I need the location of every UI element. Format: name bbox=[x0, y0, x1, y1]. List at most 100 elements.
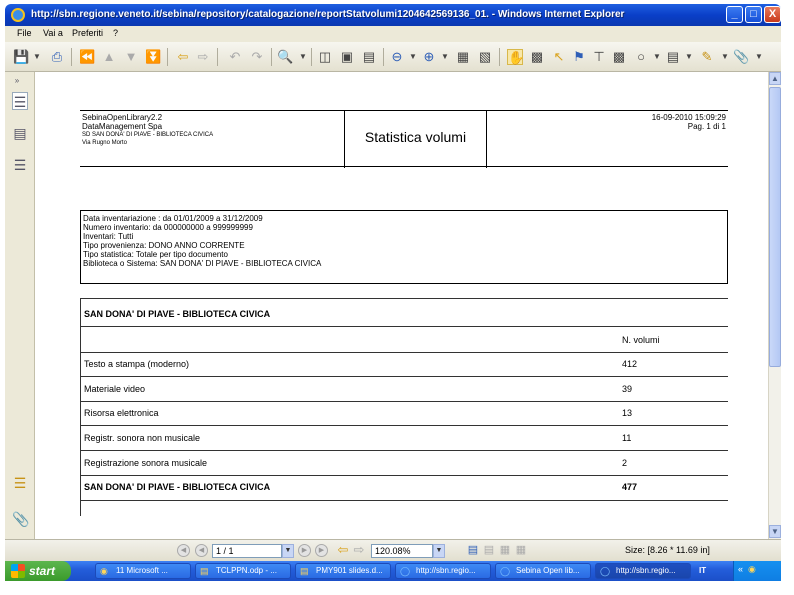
next-page-nav-icon[interactable]: ▶ bbox=[298, 544, 311, 557]
pointer-icon[interactable]: ↖ bbox=[551, 49, 567, 65]
ie-task-icon: ◯ bbox=[400, 566, 411, 576]
rotate-left-icon[interactable]: ↶ bbox=[227, 49, 243, 65]
attach-dropdown-icon[interactable]: ▼ bbox=[751, 49, 767, 65]
nav-forward-icon[interactable]: ⇨ bbox=[351, 542, 367, 558]
close-button[interactable]: X bbox=[764, 6, 781, 23]
task-label: Sebina Open lib... bbox=[516, 566, 580, 575]
circle-dropdown-icon[interactable]: ▼ bbox=[649, 49, 665, 65]
zoom-dropdown-nav-icon[interactable]: ▼ bbox=[433, 544, 445, 558]
first-page-icon[interactable]: ⏪ bbox=[79, 49, 95, 65]
left-side-pane: » ☰ ▤ ☰ ☰ 📎 bbox=[5, 72, 35, 539]
param-inventory-number: Numero inventario: da 000000000 a 999999… bbox=[83, 223, 253, 232]
taskbar-item-outlook[interactable]: ◉ 11 Microsoft ... bbox=[95, 563, 191, 579]
scroll-thumb[interactable] bbox=[769, 87, 781, 367]
comments-icon[interactable]: ☰ bbox=[12, 474, 28, 492]
rotate-right-icon[interactable]: ↷ bbox=[249, 49, 265, 65]
taskbar-item-ie-1[interactable]: ◯ http://sbn.regio... bbox=[395, 563, 491, 579]
page-dropdown-icon[interactable]: ▼ bbox=[282, 544, 294, 558]
layers-icon[interactable]: ☰ bbox=[12, 156, 28, 174]
multipage-icon[interactable]: ▧ bbox=[477, 49, 493, 65]
bookmarks-icon[interactable]: ☰ bbox=[12, 92, 28, 110]
continuous-facing-icon[interactable]: ▦ bbox=[513, 542, 529, 558]
document-view[interactable]: SebinaOpenLibrary2.2 DataManagement Spa … bbox=[36, 72, 768, 539]
zoom-field[interactable]: 120.08% bbox=[371, 544, 433, 558]
note-dropdown-icon[interactable]: ▼ bbox=[681, 49, 697, 65]
forward-icon[interactable]: ⇨ bbox=[195, 49, 211, 65]
circle-icon[interactable]: ○ bbox=[633, 49, 649, 65]
fit-page-icon[interactable]: ▣ bbox=[339, 49, 355, 65]
page-number-field[interactable]: 1 / 1 bbox=[212, 544, 282, 558]
param-provenance: Tipo provenienza: DONO ANNO CORRENTE bbox=[83, 241, 245, 250]
taskbar-item-word[interactable]: ▤ PMY901 slides.d... bbox=[295, 563, 391, 579]
window-title-bar[interactable]: http://sbn.regione.veneto.it/sebina/repo… bbox=[5, 4, 781, 26]
attach-icon[interactable]: 📎 bbox=[733, 49, 749, 65]
attachments-icon[interactable]: 📎 bbox=[12, 510, 29, 528]
fit-width-icon[interactable]: ▤ bbox=[361, 49, 377, 65]
app-icon: ▤ bbox=[200, 566, 209, 576]
thumbnails-icon[interactable]: ▦ bbox=[455, 49, 471, 65]
prev-page-nav-icon[interactable]: ◀ bbox=[195, 544, 208, 557]
scroll-up-icon[interactable]: ▲ bbox=[769, 72, 781, 85]
pencil-dropdown-icon[interactable]: ▼ bbox=[717, 49, 733, 65]
task-label: TCLPPN.odp - ... bbox=[216, 566, 277, 575]
zoom-in-dropdown-icon[interactable]: ▼ bbox=[437, 49, 453, 65]
first-page-nav-icon[interactable]: ◀ bbox=[177, 544, 190, 557]
vertical-scrollbar[interactable]: ▲ ▼ bbox=[768, 72, 781, 539]
scroll-down-icon[interactable]: ▼ bbox=[769, 525, 781, 538]
language-indicator[interactable]: IT bbox=[699, 566, 706, 575]
zoom-icon[interactable]: 🔍 bbox=[277, 49, 293, 65]
app-icon: ◉ bbox=[100, 566, 108, 576]
continuous-page-icon[interactable]: ▤ bbox=[481, 542, 497, 558]
back-icon[interactable]: ⇦ bbox=[175, 49, 191, 65]
page-size-text: Size: [8.26 * 11.69 in] bbox=[625, 545, 710, 555]
minimize-button[interactable]: _ bbox=[726, 6, 743, 23]
nav-back-icon[interactable]: ⇦ bbox=[335, 542, 351, 558]
hand-icon[interactable]: ✋ bbox=[507, 49, 524, 65]
window-title: http://sbn.regione.veneto.it/sebina/repo… bbox=[31, 9, 625, 20]
row-label: Registrazione sonora musicale bbox=[84, 458, 208, 468]
start-label: start bbox=[29, 564, 56, 578]
company-name: DataManagement Spa bbox=[82, 122, 163, 131]
prev-page-icon[interactable]: ▲ bbox=[101, 49, 117, 65]
pencil-icon[interactable]: ✎ bbox=[699, 49, 715, 65]
zoom-out-icon[interactable]: ⊖ bbox=[389, 49, 405, 65]
pages-icon[interactable]: ▤ bbox=[12, 124, 28, 142]
pdf-toolbar: 💾 ▼ ⎙ ⏪ ▲ ▼ ⏬ ⇦ ⇨ ↶ ↷ 🔍 ▼ ◫ ▣ ▤ ⊖ ▼ ⊕ ▼ … bbox=[5, 42, 781, 72]
page-navigation-bar: ◀ ◀ 1 / 1 ▼ ▶ ▶ ⇦ ⇨ 120.08% ▼ ▤ ▤ ▦ ▦ Si… bbox=[5, 539, 781, 561]
save-dropdown-icon[interactable]: ▼ bbox=[29, 49, 45, 65]
tray-app-icon[interactable]: ◉ bbox=[748, 564, 756, 575]
note-icon[interactable]: ▤ bbox=[665, 49, 681, 65]
binoculars-icon[interactable]: ⚑ bbox=[571, 49, 587, 65]
maximize-button[interactable]: □ bbox=[745, 6, 762, 23]
taskbar-item-ie-2[interactable]: ◯ Sebina Open lib... bbox=[495, 563, 591, 579]
next-page-icon[interactable]: ▼ bbox=[123, 49, 139, 65]
text-icon[interactable]: ⊤ bbox=[591, 49, 607, 65]
select-icon[interactable]: ▩ bbox=[529, 49, 545, 65]
collapse-icon[interactable]: » bbox=[9, 72, 25, 90]
menu-help[interactable]: ? bbox=[113, 28, 118, 38]
total-label: SAN DONA' DI PIAVE - BIBLIOTECA CIVICA bbox=[84, 482, 271, 492]
taskbar-item-ie-active[interactable]: ◯ http://sbn.regio... bbox=[595, 563, 691, 579]
menu-file[interactable]: File bbox=[17, 28, 32, 38]
last-page-nav-icon[interactable]: ▶ bbox=[315, 544, 328, 557]
print-icon[interactable]: ⎙ bbox=[49, 49, 65, 65]
task-label: 11 Microsoft ... bbox=[116, 566, 168, 575]
facing-page-icon[interactable]: ▦ bbox=[497, 542, 513, 558]
save-icon[interactable]: 💾 bbox=[13, 49, 29, 65]
image-icon[interactable]: ▩ bbox=[611, 49, 627, 65]
last-page-icon[interactable]: ⏬ bbox=[145, 49, 161, 65]
single-page-icon[interactable]: ▤ bbox=[465, 542, 481, 558]
windows-logo-icon bbox=[11, 564, 25, 578]
actual-size-icon[interactable]: ◫ bbox=[317, 49, 333, 65]
taskbar-item-impress[interactable]: ▤ TCLPPN.odp - ... bbox=[195, 563, 291, 579]
tray-arrow-icon[interactable]: « bbox=[738, 564, 743, 574]
ie-icon bbox=[11, 8, 25, 22]
library-heading: SAN DONA' DI PIAVE - BIBLIOTECA CIVICA bbox=[84, 309, 271, 319]
zoom-dropdown-icon[interactable]: ▼ bbox=[295, 49, 311, 65]
start-button[interactable]: start bbox=[5, 561, 71, 581]
software-name: SebinaOpenLibrary2.2 bbox=[82, 113, 163, 122]
zoom-out-dropdown-icon[interactable]: ▼ bbox=[405, 49, 421, 65]
zoom-in-icon[interactable]: ⊕ bbox=[421, 49, 437, 65]
menu-goto[interactable]: Vai a bbox=[43, 28, 63, 38]
menu-favorites[interactable]: Preferiti bbox=[72, 28, 103, 38]
